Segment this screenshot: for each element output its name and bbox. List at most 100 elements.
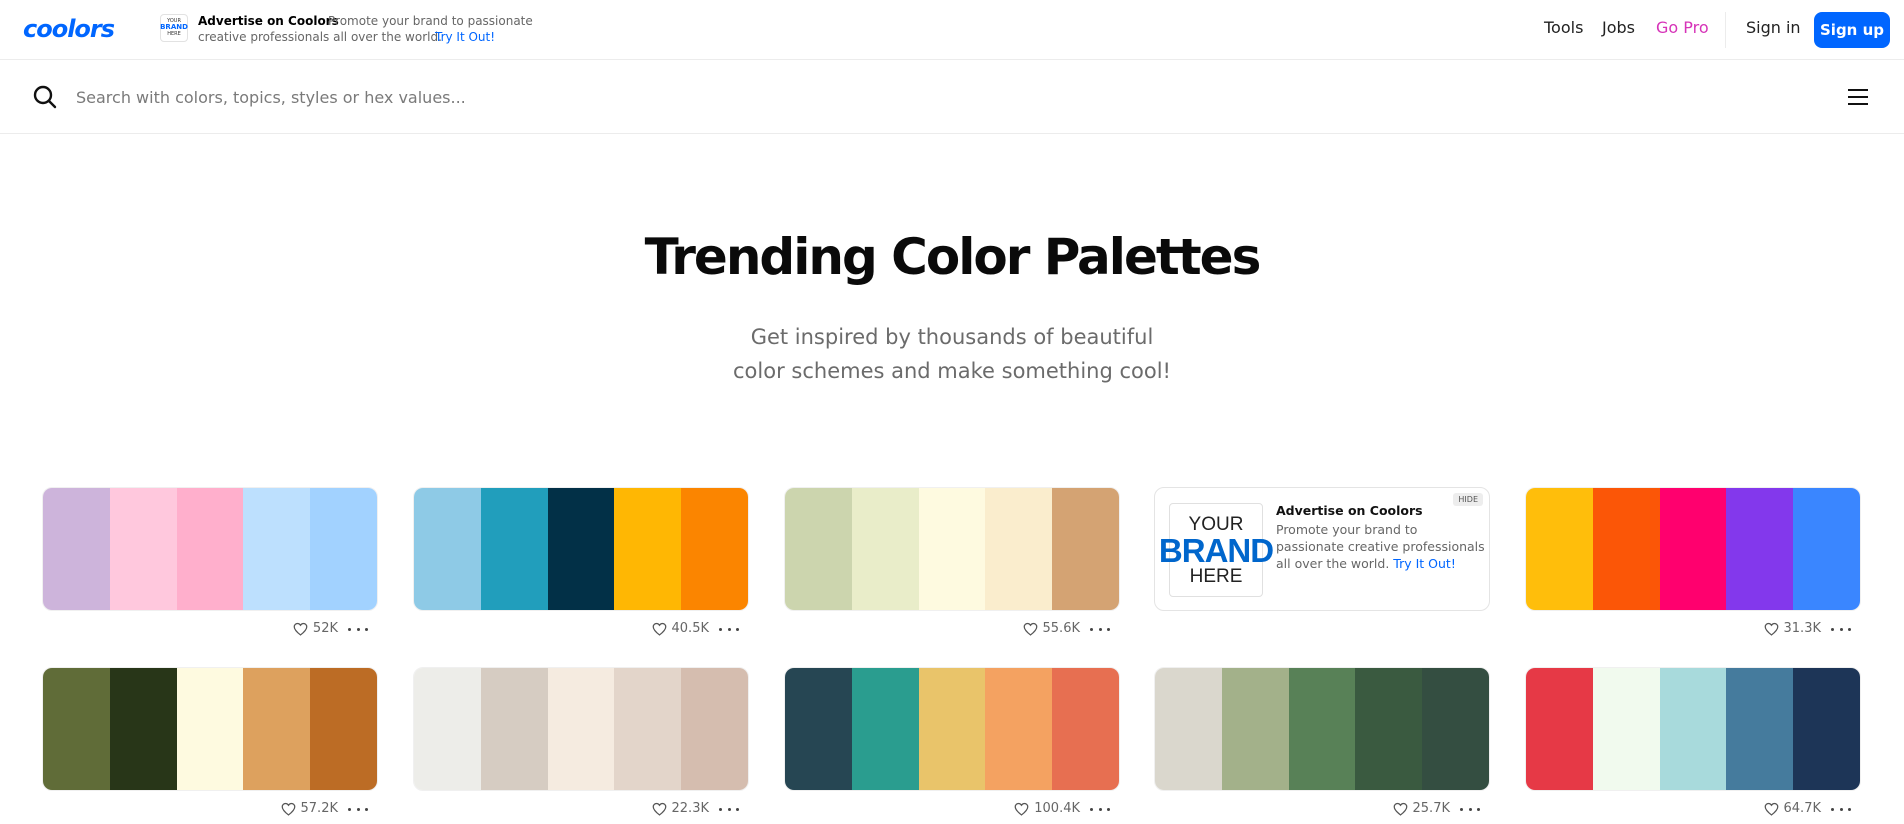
color-swatch[interactable] <box>681 488 748 610</box>
palette-swatches[interactable] <box>1525 667 1861 791</box>
color-swatch[interactable] <box>480 668 548 790</box>
color-swatch[interactable] <box>918 668 986 790</box>
color-swatch[interactable] <box>547 488 615 610</box>
color-swatch[interactable] <box>1793 488 1860 610</box>
like-button[interactable]: 100.4K <box>1014 801 1080 816</box>
sign-in-link[interactable]: Sign in <box>1746 18 1801 37</box>
palette-card[interactable]: 22.3K <box>413 667 749 824</box>
color-swatch[interactable] <box>681 668 748 790</box>
color-swatch[interactable] <box>1052 488 1119 610</box>
color-swatch[interactable] <box>1422 668 1489 790</box>
color-swatch[interactable] <box>785 488 852 610</box>
palette-swatches[interactable] <box>42 667 378 791</box>
more-options-icon[interactable] <box>719 621 739 637</box>
color-swatch[interactable] <box>414 668 481 790</box>
hamburger-menu-icon[interactable] <box>1848 88 1868 106</box>
palette-card[interactable]: 64.7K <box>1525 667 1861 824</box>
color-swatch[interactable] <box>985 668 1053 790</box>
color-swatch[interactable] <box>310 668 377 790</box>
palette-swatches[interactable] <box>784 487 1120 611</box>
palette-swatches[interactable] <box>784 667 1120 791</box>
palette-swatches[interactable] <box>1525 487 1861 611</box>
nav-jobs[interactable]: Jobs <box>1602 18 1635 37</box>
color-swatch[interactable] <box>310 488 377 610</box>
more-options-icon[interactable] <box>348 621 368 637</box>
ad-try-link[interactable]: Try It Out! <box>435 30 495 44</box>
color-swatch[interactable] <box>985 488 1053 610</box>
palette-card[interactable]: 31.3K <box>1525 487 1861 647</box>
color-swatch[interactable] <box>785 668 852 790</box>
header-ad[interactable]: YOUR BRAND HERE Advertise on Coolors Pro… <box>160 14 533 48</box>
palette-swatches[interactable] <box>413 667 749 791</box>
color-swatch[interactable] <box>109 668 177 790</box>
color-swatch[interactable] <box>109 488 177 610</box>
color-swatch[interactable] <box>614 488 682 610</box>
color-swatch[interactable] <box>176 668 244 790</box>
like-button[interactable]: 64.7K <box>1764 801 1821 816</box>
more-options-icon[interactable] <box>1831 621 1851 637</box>
like-button[interactable]: 22.3K <box>652 801 709 816</box>
more-options-icon[interactable] <box>348 801 368 817</box>
color-swatch[interactable] <box>1526 668 1593 790</box>
more-options-icon[interactable] <box>1090 801 1110 817</box>
palette-card[interactable]: 100.4K <box>784 667 1120 824</box>
nav-tools[interactable]: Tools <box>1544 18 1583 37</box>
palette-card[interactable]: 57.2K <box>42 667 378 824</box>
palette-card[interactable]: 25.7K <box>1154 667 1490 824</box>
color-swatch[interactable] <box>1526 488 1593 610</box>
color-swatch[interactable] <box>547 668 615 790</box>
like-button[interactable]: 57.2K <box>281 801 338 816</box>
like-button[interactable]: 55.6K <box>1023 621 1080 636</box>
color-swatch[interactable] <box>1726 668 1794 790</box>
like-button[interactable]: 25.7K <box>1393 801 1450 816</box>
ad-brand-image[interactable]: YOUR BRAND HERE <box>1159 503 1274 597</box>
ad-card-link[interactable]: Try It Out! <box>1393 556 1456 571</box>
color-swatch[interactable] <box>1592 668 1660 790</box>
palette-card[interactable]: 40.5K <box>413 487 749 647</box>
palette-swatches[interactable] <box>413 487 749 611</box>
color-swatch[interactable] <box>1355 668 1423 790</box>
ad-card[interactable]: YOUR BRAND HERE Advertise on Coolors Pro… <box>1154 487 1490 611</box>
ad-card-desc: Promote your brand to passionate creativ… <box>1276 521 1486 572</box>
palette-card[interactable]: 55.6K <box>784 487 1120 647</box>
color-swatch[interactable] <box>1155 668 1222 790</box>
color-swatch[interactable] <box>414 488 481 610</box>
more-options-icon[interactable] <box>1831 801 1851 817</box>
palette-swatches[interactable] <box>1154 667 1490 791</box>
color-swatch[interactable] <box>43 488 110 610</box>
palette-card[interactable]: 52K <box>42 487 378 647</box>
color-swatch[interactable] <box>851 668 919 790</box>
color-swatch[interactable] <box>176 488 244 610</box>
color-swatch[interactable] <box>851 488 919 610</box>
more-options-icon[interactable] <box>1460 801 1480 817</box>
color-swatch[interactable] <box>1052 668 1119 790</box>
coolors-logo[interactable]: coolors <box>23 15 115 43</box>
color-swatch[interactable] <box>614 668 682 790</box>
ad-brand-thumbnail[interactable]: YOUR BRAND HERE <box>160 14 188 42</box>
more-options-icon[interactable] <box>719 801 739 817</box>
palette-swatches[interactable] <box>42 487 378 611</box>
color-swatch[interactable] <box>1221 668 1289 790</box>
like-button[interactable]: 31.3K <box>1764 621 1821 636</box>
color-swatch[interactable] <box>43 668 110 790</box>
color-swatch[interactable] <box>243 668 311 790</box>
color-swatch[interactable] <box>480 488 548 610</box>
color-swatch[interactable] <box>1793 668 1860 790</box>
color-swatch[interactable] <box>1726 488 1794 610</box>
like-button[interactable]: 40.5K <box>652 621 709 636</box>
more-options-icon[interactable] <box>1090 621 1110 637</box>
color-swatch[interactable] <box>1592 488 1660 610</box>
color-swatch[interactable] <box>1659 668 1727 790</box>
color-swatch[interactable] <box>1659 488 1727 610</box>
ad-hide-button[interactable]: HIDE <box>1453 493 1483 506</box>
search-icon[interactable] <box>32 84 58 110</box>
color-swatch[interactable] <box>1288 668 1356 790</box>
like-button[interactable]: 52K <box>293 621 338 636</box>
sign-up-button[interactable]: Sign up <box>1814 12 1890 48</box>
color-swatch[interactable] <box>243 488 311 610</box>
search-input[interactable] <box>76 80 676 114</box>
like-count: 52K <box>312 621 338 636</box>
color-swatch[interactable] <box>918 488 986 610</box>
nav-go-pro[interactable]: Go Pro <box>1656 18 1709 37</box>
like-count: 40.5K <box>671 621 709 636</box>
